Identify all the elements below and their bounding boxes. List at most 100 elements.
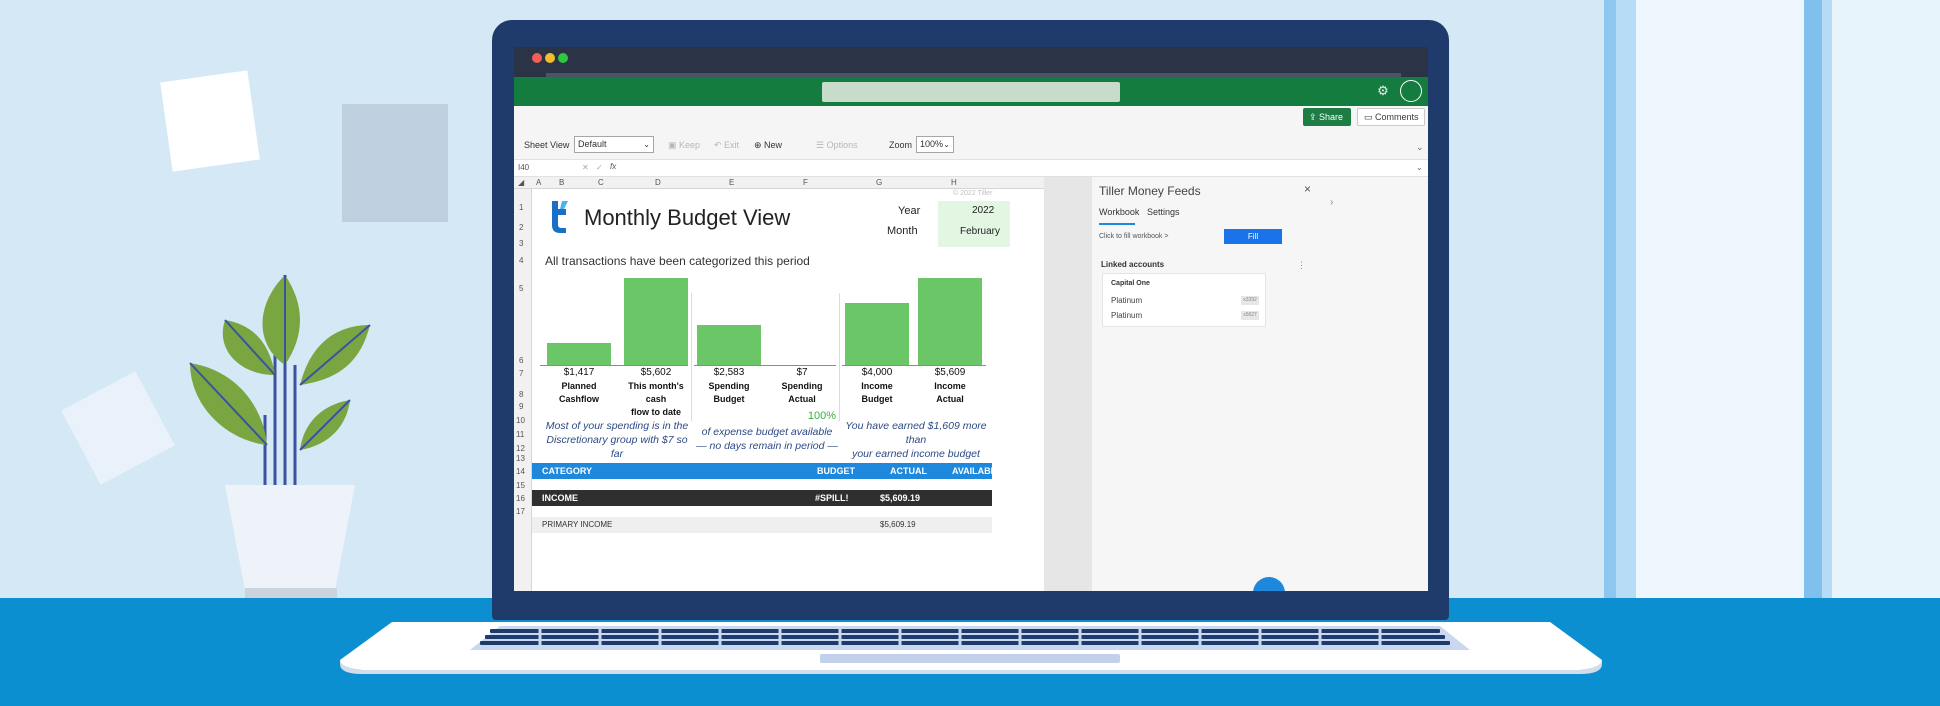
select-all-icon[interactable]: ◢ bbox=[518, 178, 524, 187]
panel-splitter[interactable] bbox=[1044, 177, 1092, 591]
save-icon: ▣ bbox=[668, 140, 680, 150]
sheet-view-select[interactable]: Default ⌄ bbox=[574, 136, 654, 153]
excel-app-bar: ⚙ bbox=[514, 77, 1428, 106]
panel-body: Tiller Money Feeds × Workbook Settings C… bbox=[1092, 177, 1428, 591]
row-header[interactable]: 15 bbox=[516, 481, 525, 490]
linked-accounts-heading: Linked accounts bbox=[1101, 260, 1165, 269]
worksheet[interactable]: Monthly Budget View © 2022 Tiller Year 2… bbox=[532, 189, 1044, 591]
options-button[interactable]: ☰ Options bbox=[816, 140, 858, 151]
window-frame bbox=[1804, 0, 1822, 598]
help-fab-button[interactable] bbox=[1253, 577, 1285, 591]
page-title: Monthly Budget View bbox=[584, 205, 791, 230]
ribbon-collapse-icon[interactable]: ⌄ bbox=[1416, 142, 1424, 153]
cancel-icon[interactable]: ✕ bbox=[582, 163, 589, 172]
budget-note: of expense budget available — no days re… bbox=[696, 426, 838, 452]
window-frame bbox=[1822, 0, 1832, 598]
col-header[interactable]: B bbox=[559, 178, 564, 187]
check-icon[interactable]: ✓ bbox=[596, 163, 603, 172]
col-header[interactable]: C bbox=[598, 178, 604, 187]
row-header[interactable]: 12 bbox=[516, 444, 525, 453]
minimize-dot[interactable] bbox=[545, 53, 555, 63]
bar-category-label: Income Budget bbox=[861, 381, 893, 404]
row-header[interactable]: 2 bbox=[519, 223, 523, 232]
row-header[interactable]: 17 bbox=[516, 507, 525, 516]
gear-icon[interactable]: ⚙ bbox=[1374, 82, 1392, 100]
row-header[interactable]: 14 bbox=[516, 467, 525, 476]
maximize-dot[interactable] bbox=[558, 53, 568, 63]
laptop-keyboard-base bbox=[340, 622, 1602, 674]
name-box[interactable]: I40 bbox=[518, 163, 529, 172]
keep-button[interactable]: ▣ Keep bbox=[668, 140, 700, 151]
comments-button[interactable]: ▭ Comments bbox=[1357, 108, 1425, 126]
account-name: Platinum bbox=[1111, 311, 1143, 320]
comment-icon: ▭ bbox=[1364, 112, 1376, 122]
row-header[interactable]: 1 bbox=[519, 203, 523, 212]
ribbon-top-bar: ⇪ Share ▭ Comments bbox=[514, 106, 1428, 130]
close-dot[interactable] bbox=[532, 53, 542, 63]
row-header[interactable]: 10 bbox=[516, 416, 525, 425]
row-header[interactable]: 11 bbox=[516, 430, 524, 439]
decor-square bbox=[61, 371, 175, 485]
account-avatar[interactable] bbox=[1400, 80, 1422, 102]
row-header[interactable]: 16 bbox=[516, 494, 525, 503]
zoom-label: Zoom bbox=[889, 140, 913, 150]
chart-bar bbox=[624, 278, 688, 365]
year-value[interactable]: 2022 bbox=[972, 205, 994, 216]
col-header[interactable]: F bbox=[803, 178, 808, 187]
income-row[interactable]: INCOME #SPILL! $5,609.19 bbox=[532, 490, 992, 506]
chevron-down-icon: ⌄ bbox=[643, 140, 650, 149]
status-subtitle: All transactions have been categorized t… bbox=[545, 254, 810, 268]
col-header[interactable]: G bbox=[876, 178, 882, 187]
view-ribbon: Sheet View Default ⌄ ▣ Keep ↶ Exit ⊕ New … bbox=[514, 130, 1428, 160]
category-header-row: CATEGORY BUDGET ACTUAL AVAILABLE bbox=[532, 463, 1002, 479]
new-view-icon: ⊕ bbox=[754, 140, 765, 150]
row-header[interactable]: 5 bbox=[519, 284, 523, 293]
row-header[interactable]: 7 bbox=[519, 369, 523, 378]
active-tab-indicator bbox=[1099, 223, 1135, 225]
bar-category-label: Planned Cashflow bbox=[558, 381, 599, 404]
tab-settings[interactable]: Settings bbox=[1147, 207, 1180, 217]
income-note: You have earned $1,609 more than your ea… bbox=[845, 420, 987, 460]
zoom-select[interactable]: 100% ⌄ bbox=[916, 136, 954, 153]
formula-expand-icon[interactable]: ⌄ bbox=[1416, 163, 1423, 172]
month-value[interactable]: February bbox=[960, 226, 1000, 237]
chart-baseline bbox=[540, 365, 688, 366]
tab-workbook[interactable]: Workbook bbox=[1099, 207, 1139, 217]
col-header[interactable]: A bbox=[536, 178, 541, 187]
plant-illustration bbox=[189, 275, 371, 598]
tiller-side-panel: Tiller Money Feeds × Workbook Settings C… bbox=[1044, 177, 1428, 591]
row-header[interactable]: 4 bbox=[519, 256, 523, 265]
chart-baseline bbox=[694, 365, 836, 366]
row-header[interactable]: 9 bbox=[519, 402, 523, 411]
bar-value-label: $4,000 bbox=[861, 367, 893, 378]
function-icon[interactable]: fx bbox=[610, 162, 616, 171]
col-header[interactable]: D bbox=[655, 178, 661, 187]
primary-income-row[interactable]: PRIMARY INCOME $5,609.19 bbox=[532, 517, 992, 533]
account-mask: x5627 bbox=[1241, 311, 1259, 320]
laptop-screen: ⚙ ⇪ Share ▭ Comments Sheet View Default ⌄… bbox=[514, 47, 1428, 591]
bar-category-label: Spending Budget bbox=[708, 381, 750, 404]
fill-button[interactable]: Fill bbox=[1224, 229, 1282, 244]
chevron-right-icon[interactable]: › bbox=[1330, 197, 1333, 208]
window-frame bbox=[1616, 0, 1636, 598]
col-header[interactable]: H bbox=[951, 178, 957, 187]
close-icon[interactable]: × bbox=[1304, 182, 1311, 196]
window-titlebar bbox=[514, 47, 1428, 77]
search-box[interactable] bbox=[822, 82, 1120, 102]
new-view-button[interactable]: ⊕ New bbox=[754, 140, 782, 151]
exit-button[interactable]: ↶ Exit bbox=[714, 140, 739, 151]
account-card[interactable]: Capital One Platinum x3392 Platinum x562… bbox=[1102, 273, 1266, 327]
more-icon[interactable]: ⋮ bbox=[1297, 260, 1306, 271]
window-pane bbox=[1636, 0, 1804, 598]
share-icon: ⇪ bbox=[1309, 112, 1320, 122]
row-header[interactable]: 3 bbox=[519, 239, 523, 248]
col-header[interactable]: E bbox=[729, 178, 734, 187]
bank-name: Capital One bbox=[1111, 280, 1150, 287]
row-header[interactable]: 6 bbox=[519, 356, 523, 365]
share-button[interactable]: ⇪ Share bbox=[1303, 108, 1351, 126]
bar-value-label: $2,583 bbox=[713, 367, 745, 378]
tiller-logo bbox=[552, 201, 568, 233]
formula-bar: I40 ✕ ✓ fx ⌄ bbox=[514, 160, 1428, 177]
row-header[interactable]: 8 bbox=[519, 390, 523, 399]
row-header[interactable]: 13 bbox=[516, 454, 525, 463]
